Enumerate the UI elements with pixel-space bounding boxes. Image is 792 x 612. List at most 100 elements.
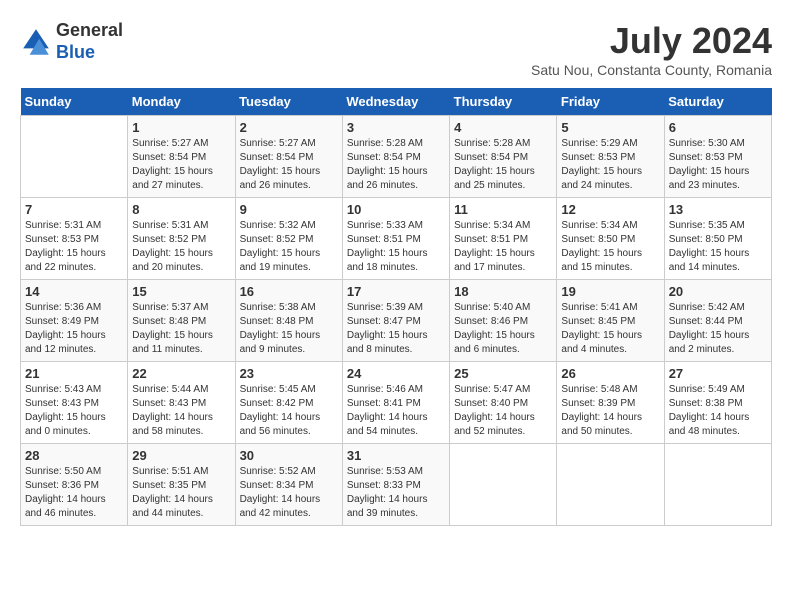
day-of-week-header: Monday [128,88,235,116]
calendar-day-cell: 23 Sunrise: 5:45 AM Sunset: 8:42 PM Dayli… [235,362,342,444]
calendar-day-cell: 7Sunrise: 5:31 AM Sunset: 8:53 PM Daylig… [21,198,128,280]
calendar-day-cell: 13Sunrise: 5:35 AM Sunset: 8:50 PM Dayli… [664,198,771,280]
calendar-day-cell: 17Sunrise: 5:39 AM Sunset: 8:47 PM Dayli… [342,280,449,362]
day-number: 28 [25,448,123,463]
logo-icon [20,26,52,58]
logo-blue-text: Blue [56,42,123,64]
day-number: 19 [561,284,659,299]
day-number: 16 [240,284,338,299]
day-number: 23 [240,366,338,381]
calendar-week-row: 28 Sunrise: 5:50 AM Sunset: 8:36 PM Dayli… [21,444,772,526]
day-info: Sunrise: 5:30 AM Sunset: 8:53 PM Dayligh… [669,137,767,193]
day-info: Sunrise: 5:50 AM Sunset: 8:36 PM Dayligh… [25,465,123,521]
day-number: 9 [240,202,338,217]
day-info: Sunrise: 5:39 AM Sunset: 8:47 PM Dayligh… [347,301,445,357]
calendar-day-cell: 4 Sunrise: 5:28 AM Sunset: 8:54 PM Daylig… [450,116,557,198]
calendar-day-cell: 21Sunrise: 5:43 AM Sunset: 8:43 PM Dayli… [21,362,128,444]
calendar-week-row: 21Sunrise: 5:43 AM Sunset: 8:43 PM Dayli… [21,362,772,444]
day-info: Sunrise: 5:35 AM Sunset: 8:50 PM Dayligh… [669,219,767,275]
day-of-week-header: Friday [557,88,664,116]
day-number: 2 [240,120,338,135]
day-info: Sunrise: 5:47 AM Sunset: 8:40 PM Dayligh… [454,383,552,439]
title-area: July 2024 Satu Nou, Constanta County, Ro… [531,20,772,78]
calendar-day-cell: 31 Sunrise: 5:53 AM Sunset: 8:33 PM Dayli… [342,444,449,526]
day-info: Sunrise: 5:29 AM Sunset: 8:53 PM Dayligh… [561,137,659,193]
calendar-day-cell: 20 Sunrise: 5:42 AM Sunset: 8:44 PM Dayli… [664,280,771,362]
calendar-day-cell: 3Sunrise: 5:28 AM Sunset: 8:54 PM Daylig… [342,116,449,198]
calendar-day-cell [557,444,664,526]
calendar-day-cell: 29 Sunrise: 5:51 AM Sunset: 8:35 PM Dayli… [128,444,235,526]
month-title: July 2024 [531,20,772,62]
day-info: Sunrise: 5:53 AM Sunset: 8:33 PM Dayligh… [347,465,445,521]
page-header: General Blue July 2024 Satu Nou, Constan… [20,20,772,78]
calendar-day-cell: 9Sunrise: 5:32 AM Sunset: 8:52 PM Daylig… [235,198,342,280]
day-info: Sunrise: 5:34 AM Sunset: 8:50 PM Dayligh… [561,219,659,275]
day-number: 12 [561,202,659,217]
day-number: 22 [132,366,230,381]
day-info: Sunrise: 5:45 AM Sunset: 8:42 PM Dayligh… [240,383,338,439]
calendar-day-cell: 28 Sunrise: 5:50 AM Sunset: 8:36 PM Dayli… [21,444,128,526]
day-info: Sunrise: 5:37 AM Sunset: 8:48 PM Dayligh… [132,301,230,357]
day-number: 1 [132,120,230,135]
calendar-day-cell [21,116,128,198]
day-number: 15 [132,284,230,299]
logo: General Blue [20,20,123,63]
day-info: Sunrise: 5:49 AM Sunset: 8:38 PM Dayligh… [669,383,767,439]
calendar-day-cell: 12 Sunrise: 5:34 AM Sunset: 8:50 PM Dayli… [557,198,664,280]
calendar-day-cell [664,444,771,526]
calendar-week-row: 1 Sunrise: 5:27 AM Sunset: 8:54 PM Daylig… [21,116,772,198]
day-info: Sunrise: 5:31 AM Sunset: 8:53 PM Dayligh… [25,219,123,275]
day-of-week-header: Thursday [450,88,557,116]
day-info: Sunrise: 5:52 AM Sunset: 8:34 PM Dayligh… [240,465,338,521]
day-number: 25 [454,366,552,381]
day-number: 31 [347,448,445,463]
calendar-week-row: 7Sunrise: 5:31 AM Sunset: 8:53 PM Daylig… [21,198,772,280]
calendar-day-cell: 1 Sunrise: 5:27 AM Sunset: 8:54 PM Daylig… [128,116,235,198]
calendar-day-cell: 18 Sunrise: 5:40 AM Sunset: 8:46 PM Dayli… [450,280,557,362]
day-info: Sunrise: 5:46 AM Sunset: 8:41 PM Dayligh… [347,383,445,439]
day-number: 21 [25,366,123,381]
calendar-day-cell: 25 Sunrise: 5:47 AM Sunset: 8:40 PM Dayli… [450,362,557,444]
location-text: Satu Nou, Constanta County, Romania [531,62,772,78]
day-info: Sunrise: 5:34 AM Sunset: 8:51 PM Dayligh… [454,219,552,275]
day-number: 5 [561,120,659,135]
calendar-day-cell: 8 Sunrise: 5:31 AM Sunset: 8:52 PM Daylig… [128,198,235,280]
calendar-day-cell: 22Sunrise: 5:44 AM Sunset: 8:43 PM Dayli… [128,362,235,444]
day-number: 27 [669,366,767,381]
logo-general-text: General [56,20,123,42]
day-info: Sunrise: 5:27 AM Sunset: 8:54 PM Dayligh… [132,137,230,193]
calendar-day-cell: 5 Sunrise: 5:29 AM Sunset: 8:53 PM Daylig… [557,116,664,198]
day-number: 8 [132,202,230,217]
calendar-table: SundayMondayTuesdayWednesdayThursdayFrid… [20,88,772,526]
day-number: 14 [25,284,123,299]
day-number: 29 [132,448,230,463]
calendar-day-cell: 26 Sunrise: 5:48 AM Sunset: 8:39 PM Dayli… [557,362,664,444]
day-number: 30 [240,448,338,463]
calendar-day-cell: 11 Sunrise: 5:34 AM Sunset: 8:51 PM Dayli… [450,198,557,280]
day-info: Sunrise: 5:48 AM Sunset: 8:39 PM Dayligh… [561,383,659,439]
day-info: Sunrise: 5:33 AM Sunset: 8:51 PM Dayligh… [347,219,445,275]
day-info: Sunrise: 5:42 AM Sunset: 8:44 PM Dayligh… [669,301,767,357]
calendar-week-row: 14 Sunrise: 5:36 AM Sunset: 8:49 PM Dayli… [21,280,772,362]
calendar-day-cell: 15 Sunrise: 5:37 AM Sunset: 8:48 PM Dayli… [128,280,235,362]
day-number: 20 [669,284,767,299]
day-number: 26 [561,366,659,381]
day-info: Sunrise: 5:51 AM Sunset: 8:35 PM Dayligh… [132,465,230,521]
day-number: 4 [454,120,552,135]
day-info: Sunrise: 5:38 AM Sunset: 8:48 PM Dayligh… [240,301,338,357]
day-info: Sunrise: 5:28 AM Sunset: 8:54 PM Dayligh… [454,137,552,193]
day-info: Sunrise: 5:40 AM Sunset: 8:46 PM Dayligh… [454,301,552,357]
day-number: 10 [347,202,445,217]
day-number: 18 [454,284,552,299]
day-number: 24 [347,366,445,381]
calendar-day-cell: 2Sunrise: 5:27 AM Sunset: 8:54 PM Daylig… [235,116,342,198]
day-info: Sunrise: 5:28 AM Sunset: 8:54 PM Dayligh… [347,137,445,193]
calendar-day-cell: 27 Sunrise: 5:49 AM Sunset: 8:38 PM Dayli… [664,362,771,444]
day-of-week-header: Wednesday [342,88,449,116]
calendar-day-cell: 30 Sunrise: 5:52 AM Sunset: 8:34 PM Dayli… [235,444,342,526]
day-info: Sunrise: 5:36 AM Sunset: 8:49 PM Dayligh… [25,301,123,357]
calendar-day-cell [450,444,557,526]
day-info: Sunrise: 5:31 AM Sunset: 8:52 PM Dayligh… [132,219,230,275]
day-of-week-header: Tuesday [235,88,342,116]
day-number: 11 [454,202,552,217]
